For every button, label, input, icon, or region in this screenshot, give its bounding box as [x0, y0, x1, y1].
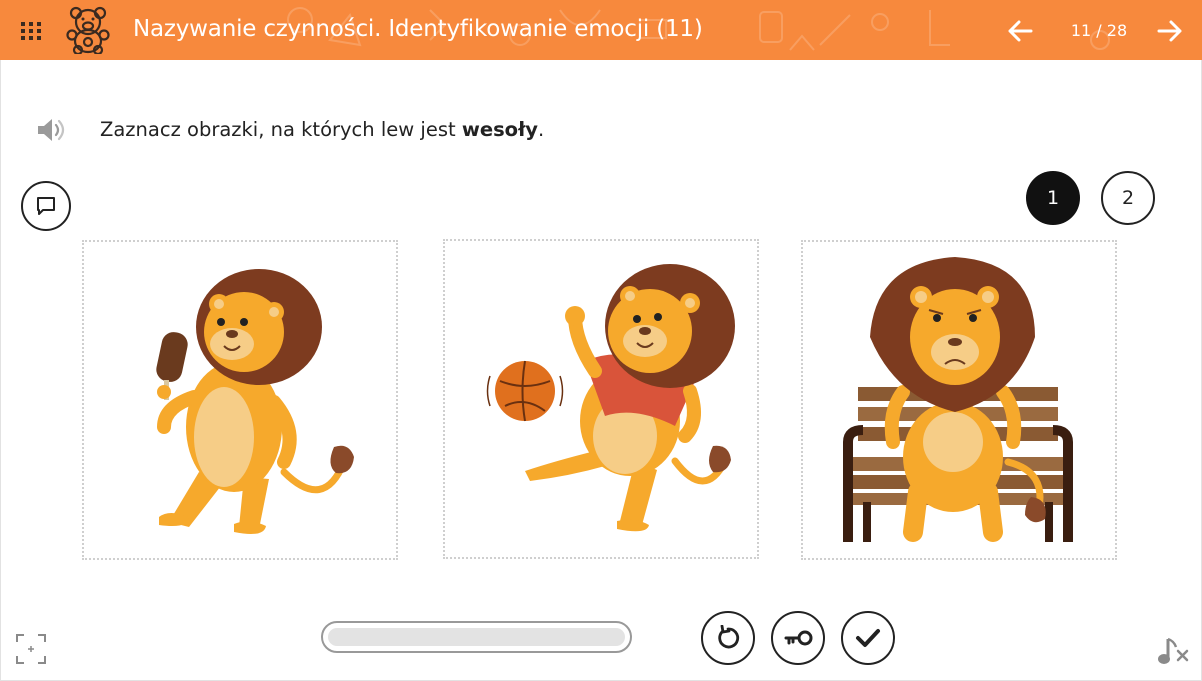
page-button-2[interactable]: 2: [1101, 171, 1155, 225]
instruction-keyword: wesoły: [461, 118, 539, 141]
grid-menu-icon[interactable]: [18, 18, 44, 44]
key-icon: [784, 630, 813, 646]
lesson-title: Nazywanie czynności. Identyfikowanie emo…: [133, 16, 703, 42]
comment-icon: [37, 197, 55, 215]
progress-track: [328, 628, 625, 646]
lion-ice-cream-image: [156, 269, 354, 534]
fullscreen-icon[interactable]: [15, 633, 47, 665]
checkmark-icon: [856, 629, 880, 647]
show-answer-button[interactable]: [771, 611, 825, 665]
task-instruction: Zaznacz obrazki, na których lew jest wes…: [100, 118, 544, 141]
page-counter: 11 / 28: [1070, 21, 1128, 40]
check-button[interactable]: [841, 611, 895, 665]
picture-card-2[interactable]: [443, 239, 759, 559]
top-bar: Nazywanie czynności. Identyfikowanie emo…: [0, 0, 1202, 60]
arrow-right-icon[interactable]: [1156, 17, 1184, 45]
reset-button[interactable]: [701, 611, 755, 665]
progress-bar: [321, 621, 632, 653]
picture-card-1[interactable]: [82, 240, 398, 560]
frame-left-border: [0, 60, 1, 681]
instruction-end: .: [538, 118, 545, 141]
comment-button[interactable]: [21, 181, 71, 231]
music-off-icon[interactable]: [1156, 635, 1190, 667]
arrow-left-icon[interactable]: [1006, 17, 1034, 45]
teddy-bear-icon: [66, 6, 110, 54]
instruction-text: Zaznacz obrazki, na których lew jest: [100, 118, 462, 141]
lion-ball-image: [486, 264, 735, 532]
picture-card-3[interactable]: [801, 240, 1117, 560]
lion-bench-image: [843, 257, 1073, 542]
page-button-1[interactable]: 1: [1026, 171, 1080, 225]
reset-icon: [718, 625, 740, 649]
speaker-icon[interactable]: [35, 116, 67, 144]
